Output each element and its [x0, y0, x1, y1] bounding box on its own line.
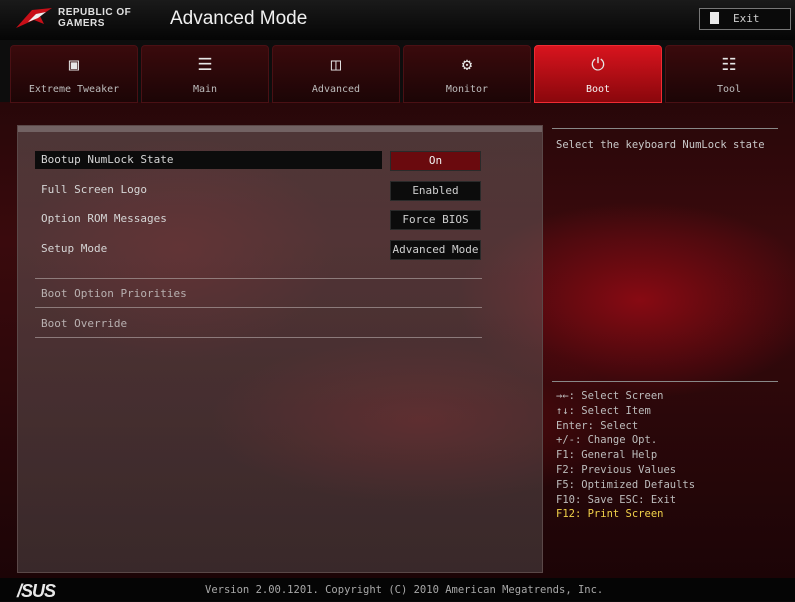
key-hint: Enter: Select	[556, 419, 639, 432]
monitor-icon: ⚙	[461, 55, 473, 75]
brand-text: REPUBLIC OF GAMERS	[58, 7, 131, 29]
mode-title: Advanced Mode	[170, 8, 308, 29]
full-screen-logo-value-button[interactable]: Enabled	[390, 181, 481, 201]
setting-row-setup-mode[interactable]: Setup Mode	[35, 240, 382, 258]
chip-icon: ▣	[68, 55, 80, 75]
setup-mode-value-button[interactable]: Advanced Mode	[390, 240, 481, 260]
option-rom-value-button[interactable]: Force BIOS	[390, 210, 481, 230]
tab-label: Extreme Tweaker	[28, 84, 120, 95]
key-hint: +/-: Change Opt.	[556, 434, 658, 447]
rog-eye-icon	[16, 8, 52, 28]
print-screen-hint: F12: Print Screen	[556, 508, 664, 521]
key-hint: →←: Select Screen	[556, 390, 664, 402]
tab-label: Boot	[585, 84, 611, 95]
setting-name: Full Screen Logo	[41, 183, 147, 196]
exit-door-icon	[710, 12, 719, 24]
exit-button[interactable]: Exit	[699, 8, 791, 30]
tab-label: Main	[192, 84, 218, 95]
setting-row-full-screen-logo[interactable]: Full Screen Logo	[35, 181, 382, 199]
submenu-boot-override[interactable]: Boot Override	[41, 317, 127, 330]
key-hint: ↑↓: Select Item	[556, 404, 651, 417]
panel-top-bar	[18, 126, 542, 132]
tab-boot[interactable]: ⏻ Boot	[534, 45, 662, 103]
advanced-icon: ◫	[330, 55, 342, 75]
divider	[35, 307, 482, 308]
tool-icon: ☷	[721, 55, 737, 75]
key-hint: F5: Optimized Defaults	[556, 478, 696, 491]
setting-name: Option ROM Messages	[41, 212, 167, 225]
help-divider-top	[552, 128, 778, 129]
help-divider-mid	[552, 381, 778, 382]
tab-main[interactable]: ☰ Main	[141, 45, 269, 103]
tab-extreme-tweaker[interactable]: ▣ Extreme Tweaker	[10, 45, 138, 103]
list-icon: ☰	[197, 55, 213, 75]
tab-label: Monitor	[445, 84, 489, 95]
tab-label: Tool	[716, 84, 742, 95]
power-icon: ⏻	[591, 55, 605, 75]
header-bar: REPUBLIC OF GAMERS Advanced Mode Exit	[0, 0, 795, 41]
brand-line-1: REPUBLIC OF	[58, 7, 132, 18]
version-text: Version 2.00.1201. Copyright (C) 2010 Am…	[205, 584, 604, 596]
setting-name: Setup Mode	[41, 242, 108, 255]
key-hint: F2: Previous Values	[556, 463, 677, 476]
divider	[35, 337, 482, 338]
asus-logo: /SUS	[17, 581, 56, 601]
submenu-boot-option-priorities[interactable]: Boot Option Priorities	[41, 287, 187, 300]
exit-label: Exit	[733, 12, 760, 25]
divider	[35, 278, 482, 279]
numlock-value-button[interactable]: On	[390, 151, 481, 171]
key-hint: F10: Save ESC: Exit	[556, 493, 677, 506]
tab-monitor[interactable]: ⚙ Monitor	[403, 45, 531, 103]
key-legend: →←: Select Screen ↑↓: Select Item Enter:…	[556, 389, 695, 522]
tab-tool[interactable]: ☷ Tool	[665, 45, 793, 103]
setting-row-numlock[interactable]: Bootup NumLock State	[35, 151, 382, 169]
help-description: Select the keyboard NumLock state	[556, 139, 765, 151]
key-hint: F1: General Help	[556, 449, 658, 462]
setting-name: Bootup NumLock State	[41, 153, 174, 166]
setting-row-option-rom[interactable]: Option ROM Messages	[35, 210, 382, 228]
tab-advanced[interactable]: ◫ Advanced	[272, 45, 400, 103]
brand-line-2: GAMERS	[58, 18, 105, 29]
rog-logo: REPUBLIC OF GAMERS	[14, 4, 144, 34]
tab-label: Advanced	[311, 84, 361, 95]
